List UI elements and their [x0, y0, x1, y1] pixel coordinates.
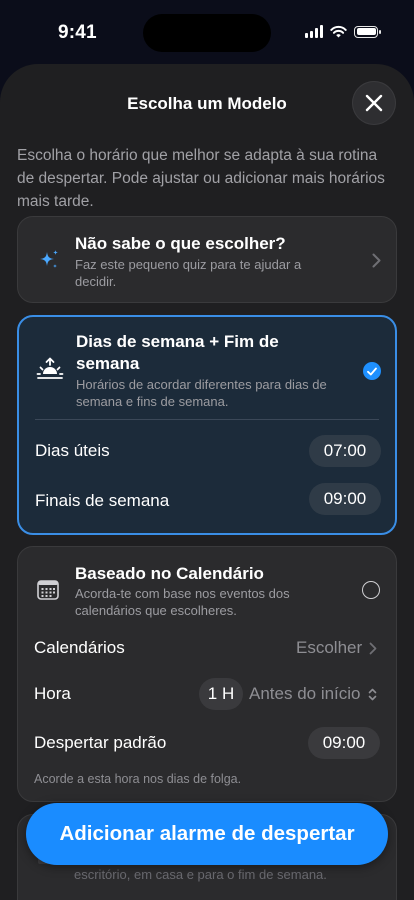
weekday-weekend-card[interactable]: Dias de semana + Fim de semana Horários …: [17, 315, 397, 535]
add-wake-alarm-button[interactable]: Adicionar alarme de despertar: [26, 803, 388, 865]
hora-option-label: Antes do início: [249, 684, 361, 703]
quiz-card-subtitle: Faz este pequeno quiz para te ajudar a d…: [75, 257, 302, 289]
weekdays-time-button[interactable]: 07:00: [309, 435, 381, 467]
status-icons: [305, 25, 381, 38]
close-icon: [365, 94, 383, 112]
weekends-time-button[interactable]: 09:00: [309, 483, 381, 515]
default-wake-footnote: Acorde a esta hora nos dias de folga.: [34, 772, 242, 786]
status-bar: 9:41: [0, 0, 414, 64]
selected-checkmark-icon[interactable]: [363, 362, 381, 380]
calendars-choose-label: Escolher: [296, 638, 363, 657]
dynamic-island: [143, 14, 271, 52]
quiz-card-title: Não sabe o que escolher?: [75, 234, 286, 253]
wifi-icon: [330, 25, 347, 38]
intro-text: Escolha o horário que melhor se adapta à…: [17, 147, 385, 210]
calendars-label: Calendários: [34, 638, 125, 657]
battery-icon: [354, 25, 381, 38]
chevron-up-down-icon: [368, 688, 376, 700]
radio-button[interactable]: [362, 581, 380, 599]
calendar-card-subtitle: Acorda-te com base nos eventos dos calen…: [75, 586, 290, 618]
chevron-right-icon: [372, 253, 381, 268]
calendar-based-card[interactable]: Baseado no Calendário Acorda-te com base…: [17, 546, 397, 802]
calendars-choose-button[interactable]: Escolher: [296, 638, 377, 658]
hora-offset-button[interactable]: 1 H: [199, 678, 243, 710]
calendar-card-title: Baseado no Calendário: [75, 564, 264, 583]
weekends-label: Finais de semana: [35, 491, 170, 510]
partial-card-text: escritório, em casa e para o fim de sema…: [74, 867, 327, 882]
weekdays-label: Dias úteis: [35, 441, 110, 460]
hora-option-menu[interactable]: Antes do início: [249, 684, 377, 704]
quiz-card[interactable]: Não sabe o que escolher? Faz este pequen…: [17, 216, 397, 303]
default-wake-label: Despertar padrão: [34, 733, 167, 752]
weekday-card-title: Dias de semana + Fim de semana: [76, 332, 279, 373]
chevron-right-icon: [369, 642, 377, 654]
sunrise-icon: [36, 357, 64, 379]
divider: [35, 419, 379, 420]
cellular-signal-icon: [305, 25, 323, 38]
template-picker-sheet: Escolha um Modelo Escolha o horário que …: [0, 64, 414, 900]
hora-label: Hora: [34, 684, 71, 703]
status-time: 9:41: [58, 22, 97, 43]
weekday-card-subtitle: Horários de acordar diferentes para dias…: [76, 377, 327, 409]
default-wake-time-button[interactable]: 09:00: [308, 727, 380, 759]
close-button[interactable]: [352, 81, 396, 125]
calendar-keypad-icon: [37, 580, 59, 600]
sparkles-icon: [40, 250, 58, 268]
